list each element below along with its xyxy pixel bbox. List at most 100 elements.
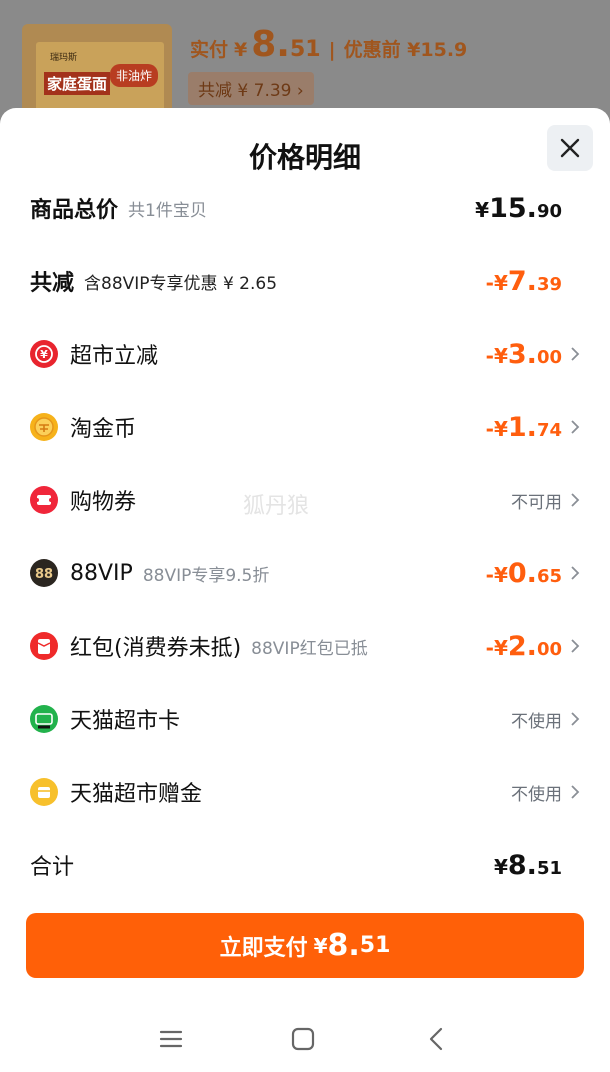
ticket-icon [30, 486, 58, 514]
discount-badge: 共减 ¥ 7.39 › [188, 72, 314, 105]
amount-sign: -¥ [485, 343, 508, 368]
paid-int: 8. [251, 24, 290, 65]
product-brand: 瑞玛斯 [50, 53, 78, 63]
amount-dec: 00 [536, 346, 562, 368]
amount-sign: -¥ [485, 270, 508, 295]
pay-label: 立即支付 [219, 935, 308, 961]
status-text: 不使用 [511, 711, 562, 732]
amount-dec: 90 [536, 200, 562, 222]
chevron-right-icon [571, 639, 580, 653]
product-box: 瑞玛斯 家庭蛋面 非油炸 [36, 42, 164, 112]
gold-coin-icon [30, 413, 58, 441]
row-label: 共减 [30, 271, 75, 296]
amount: ¥ 8. 51 [494, 850, 562, 881]
row-label: 商品总价 [30, 198, 119, 223]
amount-int: 8. [507, 849, 537, 881]
row-value: -¥ 7. 39 [486, 266, 580, 297]
amount: -¥ 7. 39 [486, 266, 562, 297]
amount-int: 0. [507, 557, 537, 589]
row-red-envelope[interactable]: 红包(消费券未抵) 88VIP红包已抵 -¥ 2. 00 [30, 626, 580, 666]
svg-text:¥: ¥ [40, 348, 48, 361]
row-sublabel: 88VIP专享9.5折 [142, 565, 270, 586]
home-square-icon[interactable] [288, 1024, 318, 1054]
row-value: -¥ 2. 00 [486, 631, 580, 662]
row-value: -¥ 1. 74 [486, 412, 580, 443]
amount-int: 15. [489, 192, 537, 224]
row-label: 红包(消费券未抵) [70, 636, 242, 661]
row-label: 天猫超市卡 [70, 709, 181, 734]
amount-dec: 00 [536, 638, 562, 660]
row-tmall-market-card[interactable]: 天猫超市卡 不使用 [30, 699, 580, 739]
pay-yen: ¥ [313, 933, 328, 958]
row-sum: 合计 ¥ 8. 51 [30, 845, 580, 885]
product-name: 家庭蛋面 [44, 72, 111, 95]
row-shopping-voucher[interactable]: 购物券 不可用 [30, 480, 580, 520]
amount: -¥ 2. 00 [486, 631, 562, 662]
amount-dec: 65 [536, 565, 562, 587]
row-value: 不可用 [511, 488, 580, 513]
amount-int: 7. [507, 265, 537, 297]
amount-sign: ¥ [493, 854, 508, 879]
row-sublabel: 88VIP红包已抵 [251, 638, 368, 659]
close-button[interactable] [547, 125, 593, 171]
red-envelope-icon [30, 632, 58, 660]
pay-int: 8. [327, 928, 360, 963]
chevron-right-icon [571, 493, 580, 507]
row-label: 88VIP [70, 560, 133, 586]
amount: -¥ 1. 74 [486, 412, 562, 443]
amount: ¥ 15. 90 [475, 193, 562, 224]
row-label: 天猫超市赠金 [70, 782, 203, 807]
paid-yen: ¥ [234, 39, 248, 61]
price-detail-sheet: 价格明细 狐丹狼 商品总价 共1件宝贝 ¥ 15. 90 共减 含88VIP专享… [0, 108, 610, 1072]
amount-dec: 74 [536, 419, 562, 441]
original-price: 优惠前 ¥15.9 [343, 39, 468, 61]
yuan-coupon-icon: ¥ [30, 340, 58, 368]
status-text: 不使用 [511, 784, 562, 805]
amount: -¥ 3. 00 [486, 339, 562, 370]
row-tmall-gift-money[interactable]: 天猫超市赠金 不使用 [30, 772, 580, 812]
pay-now-button[interactable]: 立即支付 ¥ 8. 51 [26, 913, 584, 978]
row-total-price: 商品总价 共1件宝贝 ¥ 15. 90 [30, 188, 580, 228]
row-88vip[interactable]: 88 88VIP 88VIP专享9.5折 -¥ 0. 65 [30, 553, 580, 593]
sheet-title: 价格明细 [248, 141, 361, 174]
chevron-right-icon [571, 420, 580, 434]
amount-int: 2. [507, 630, 537, 662]
row-market-discount[interactable]: ¥ 超市立减 -¥ 3. 00 [30, 334, 580, 374]
amount: -¥ 0. 65 [486, 558, 562, 589]
amount-sign: -¥ [485, 562, 508, 587]
chevron-right-icon [571, 566, 580, 580]
row-value: -¥ 0. 65 [486, 558, 580, 589]
row-label: 淘金币 [70, 417, 137, 442]
svg-text:88: 88 [35, 567, 53, 582]
amount-dec: 39 [536, 273, 562, 295]
amount-dec: 51 [536, 857, 562, 879]
amount-int: 1. [507, 411, 537, 443]
amount-sign: -¥ [485, 416, 508, 441]
chevron-right-icon [571, 712, 580, 726]
row-value: ¥ 8. 51 [494, 850, 580, 881]
row-total-discount: 共减 含88VIP专享优惠 ¥ 2.65 -¥ 7. 39 [30, 261, 580, 301]
price-separator: | [328, 39, 336, 61]
row-value: -¥ 3. 00 [486, 339, 580, 370]
system-navbar [0, 1008, 610, 1072]
amount-sign: -¥ [485, 635, 508, 660]
paid-price: 实付 ¥ 8. 51 | 优惠前 ¥15.9 [190, 24, 467, 65]
paid-dec: 51 [289, 37, 321, 62]
row-label: 合计 [30, 855, 75, 880]
row-value: 不使用 [511, 707, 580, 732]
row-taobao-coins[interactable]: 淘金币 -¥ 1. 74 [30, 407, 580, 447]
pay-dec: 51 [359, 933, 391, 958]
back-icon[interactable] [422, 1024, 452, 1054]
close-icon [560, 138, 580, 158]
product-thumbnail: 瑞玛斯 家庭蛋面 非油炸 [22, 24, 172, 114]
row-sublabel: 共1件宝贝 [128, 200, 207, 221]
chevron-right-icon [571, 347, 580, 361]
chevron-right-icon [571, 785, 580, 799]
row-label: 超市立减 [70, 344, 159, 369]
menu-icon[interactable] [156, 1024, 186, 1054]
vip88-icon: 88 [30, 559, 58, 587]
gift-money-icon [30, 778, 58, 806]
amount-int: 3. [507, 338, 537, 370]
row-sublabel: 含88VIP专享优惠 ¥ 2.65 [84, 273, 278, 294]
status-text: 不可用 [511, 492, 562, 513]
